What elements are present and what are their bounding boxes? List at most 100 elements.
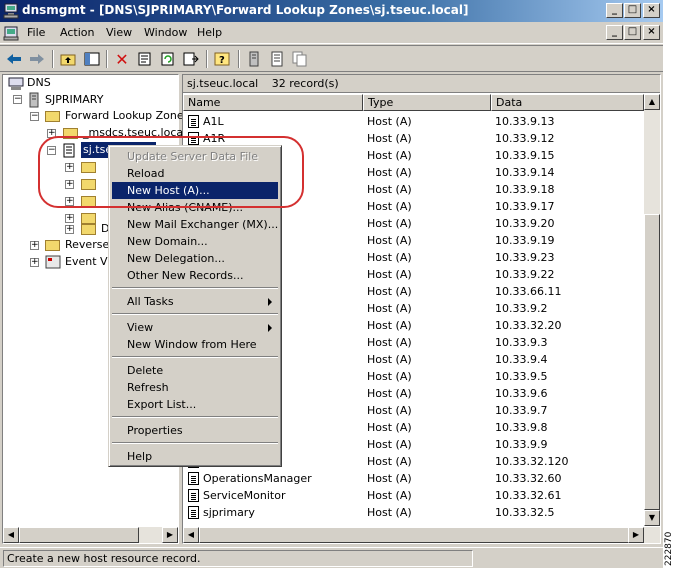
table-row[interactable]: A1L Host (A) 10.33.9.13 <box>183 113 643 130</box>
menu-view-label: View <box>127 321 154 334</box>
scroll-thumb[interactable] <box>19 527 139 543</box>
title-bar[interactable]: dnsmgmt - [DNS\SJPRIMARY\Forward Lookup … <box>0 0 663 22</box>
scroll-thumb[interactable] <box>199 527 639 543</box>
child-close-button[interactable]: × <box>643 25 660 40</box>
expand-toggle[interactable]: + <box>30 241 39 250</box>
table-row[interactable]: sjprimary Host (A) 10.33.32.5 <box>183 504 643 521</box>
tree-node-sjprimary[interactable]: SJPRIMARY <box>45 92 103 108</box>
records-horizontal-scrollbar[interactable]: ◀ ▶ <box>183 527 660 543</box>
minimize-button[interactable]: _ <box>606 3 623 18</box>
scroll-up-arrow-icon[interactable]: ▲ <box>644 94 660 110</box>
copy-records-icon[interactable] <box>290 49 310 69</box>
menu-all-tasks[interactable]: All Tasks <box>112 293 278 310</box>
column-header-data[interactable]: Data <box>491 94 644 111</box>
forward-arrow-icon[interactable] <box>27 49 47 69</box>
status-bar: Create a new host resource record. <box>0 547 663 568</box>
menu-new-domain[interactable]: New Domain... <box>112 233 278 250</box>
cell-type: Host (A) <box>367 251 412 264</box>
expand-toggle[interactable]: + <box>65 214 74 223</box>
cell-data: 10.33.32.20 <box>495 319 562 332</box>
menu-export-list[interactable]: Export List... <box>112 396 278 413</box>
cell-type: Host (A) <box>367 132 412 145</box>
cell-type: Host (A) <box>367 302 412 315</box>
results-zone-name: sj.tseuc.local <box>187 77 259 90</box>
console-doc-icon[interactable] <box>3 25 19 41</box>
toolbar: ✕ ? <box>0 45 663 72</box>
event-viewer-icon <box>45 255 61 269</box>
properties-icon[interactable] <box>135 49 155 69</box>
menu-refresh[interactable]: Refresh <box>112 379 278 396</box>
child-minimize-button[interactable]: _ <box>606 25 623 40</box>
cell-data: 10.33.9.7 <box>495 404 548 417</box>
cell-type: Host (A) <box>367 472 412 485</box>
server-icon <box>29 92 39 108</box>
figure-id: 222870 <box>664 531 674 566</box>
scroll-right-arrow-icon[interactable]: ▶ <box>162 527 178 543</box>
cell-type: Host (A) <box>367 200 412 213</box>
export-list-icon[interactable] <box>181 49 201 69</box>
menu-view[interactable]: View <box>112 319 278 336</box>
column-header-name[interactable]: Name <box>183 94 363 111</box>
expand-toggle[interactable]: + <box>65 225 74 234</box>
scroll-left-arrow-icon[interactable]: ◀ <box>183 527 199 543</box>
expand-toggle[interactable]: + <box>30 258 39 267</box>
table-row[interactable]: ServiceMonitor Host (A) 10.33.32.61 <box>183 487 643 504</box>
refresh-icon[interactable] <box>158 49 178 69</box>
help-icon[interactable]: ? <box>212 49 232 69</box>
results-record-count: 32 record(s) <box>271 77 339 90</box>
up-folder-icon[interactable] <box>58 49 78 69</box>
cell-data: 10.33.9.22 <box>495 268 555 281</box>
cell-type: Host (A) <box>367 319 412 332</box>
menu-file[interactable]: File <box>27 26 45 39</box>
tree-node-dns[interactable]: DNS <box>27 75 51 91</box>
menu-help[interactable]: Help <box>197 26 222 39</box>
collapse-toggle[interactable]: − <box>13 95 22 104</box>
cell-name: sjprimary <box>203 506 255 519</box>
menu-new-window-from-here[interactable]: New Window from Here <box>112 336 278 353</box>
collapse-toggle[interactable]: − <box>30 112 39 121</box>
server-icon[interactable] <box>244 49 264 69</box>
cell-data: 10.33.32.5 <box>495 506 555 519</box>
record-list-icon[interactable] <box>267 49 287 69</box>
window-title: dnsmgmt - [DNS\SJPRIMARY\Forward Lookup … <box>22 3 469 17</box>
menu-new-delegation[interactable]: New Delegation... <box>112 250 278 267</box>
cell-type: Host (A) <box>367 489 412 502</box>
menu-delete[interactable]: Delete <box>112 362 278 379</box>
back-arrow-icon[interactable] <box>4 49 24 69</box>
menu-all-tasks-label: All Tasks <box>127 295 174 308</box>
menu-help[interactable]: Help <box>112 448 278 465</box>
folder-icon <box>81 224 96 235</box>
menu-other-new-records[interactable]: Other New Records... <box>112 267 278 284</box>
scroll-right-arrow-icon[interactable]: ▶ <box>628 527 644 543</box>
menu-window[interactable]: Window <box>144 26 187 39</box>
host-record-icon <box>188 506 199 519</box>
close-button[interactable]: × <box>643 3 660 18</box>
scroll-thumb[interactable] <box>644 214 660 510</box>
tree-node-forward-lookup-zones[interactable]: Forward Lookup Zones <box>65 108 189 124</box>
menu-properties[interactable]: Properties <box>112 422 278 439</box>
menu-action[interactable]: Action <box>60 26 94 39</box>
cell-data: 10.33.9.13 <box>495 115 555 128</box>
column-header-type[interactable]: Type <box>363 94 491 111</box>
menu-new-mail-exchanger[interactable]: New Mail Exchanger (MX)... <box>112 216 278 233</box>
records-vertical-scrollbar[interactable]: ▲ ▼ <box>644 94 660 526</box>
child-restore-button[interactable]: □ <box>624 25 641 40</box>
cell-name: A1L <box>203 115 224 128</box>
cell-data: 10.33.9.23 <box>495 251 555 264</box>
cell-data: 10.33.9.17 <box>495 200 555 213</box>
cell-type: Host (A) <box>367 421 412 434</box>
menu-separator <box>112 356 278 358</box>
status-text: Create a new host resource record. <box>3 550 473 567</box>
host-record-icon <box>188 489 199 502</box>
scroll-down-arrow-icon[interactable]: ▼ <box>644 510 660 526</box>
tree-horizontal-scrollbar[interactable]: ◀ ▶ <box>3 527 178 543</box>
cell-data: 10.33.9.20 <box>495 217 555 230</box>
show-hide-tree-icon[interactable] <box>82 49 102 69</box>
maximize-button[interactable]: □ <box>624 3 641 18</box>
dns-icon <box>8 77 24 90</box>
cell-data: 10.33.32.61 <box>495 489 562 502</box>
delete-x-icon[interactable]: ✕ <box>112 49 132 69</box>
scroll-left-arrow-icon[interactable]: ◀ <box>3 527 19 543</box>
menu-view[interactable]: View <box>106 26 132 39</box>
table-row[interactable]: OperationsManager Host (A) 10.33.32.60 <box>183 470 643 487</box>
